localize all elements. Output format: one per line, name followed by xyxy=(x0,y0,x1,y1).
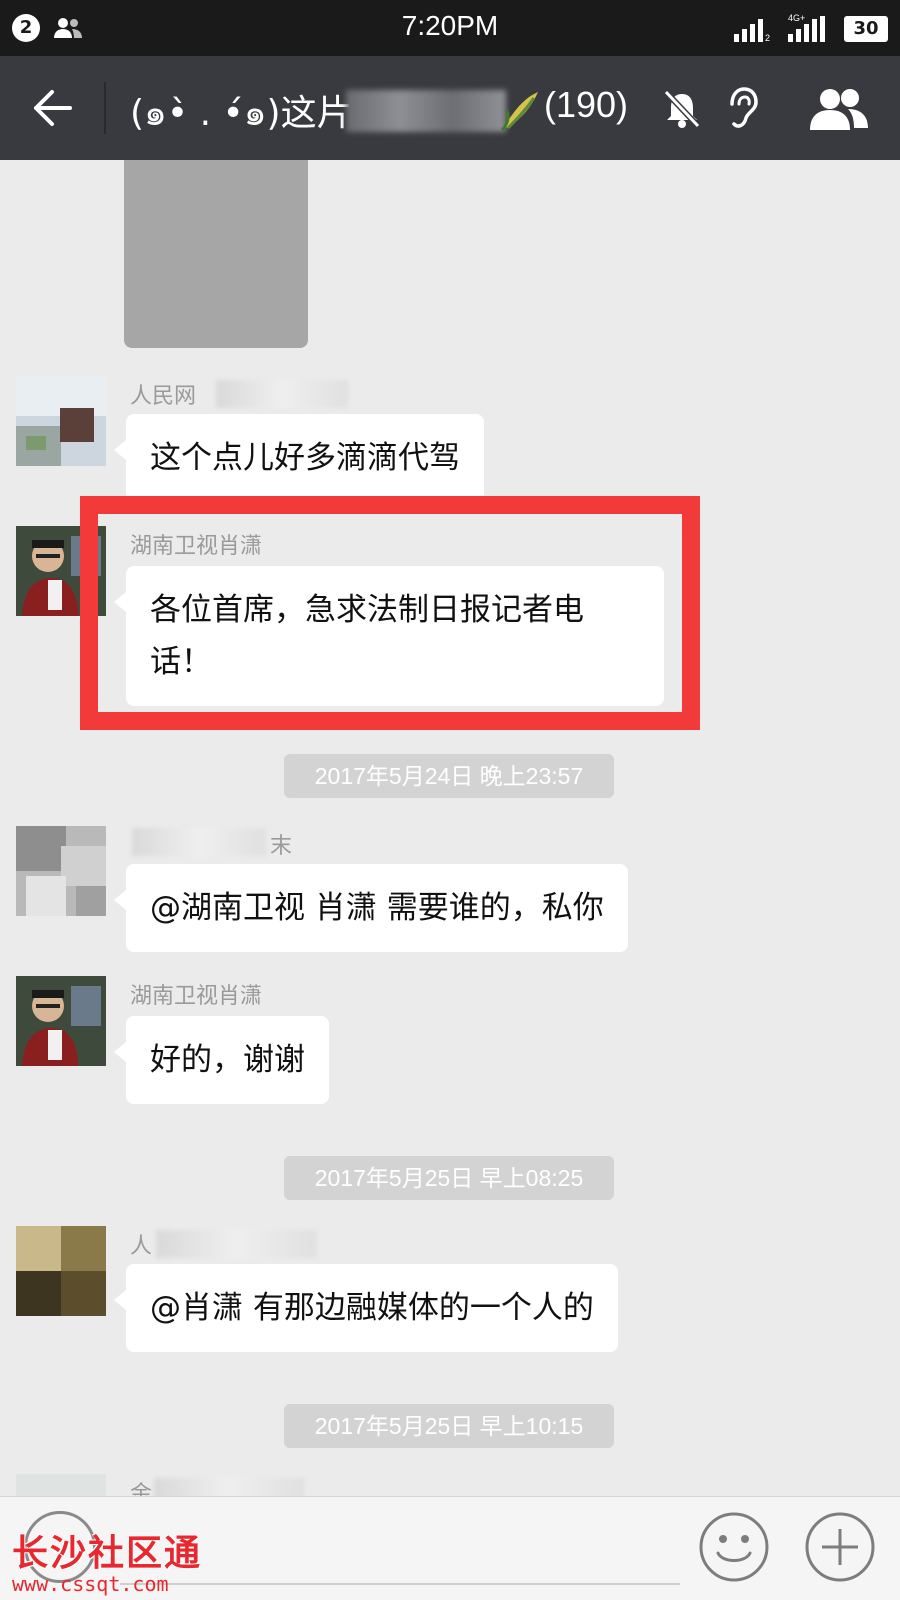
header-divider xyxy=(104,82,106,134)
avatar-image xyxy=(16,826,106,916)
name-redaction xyxy=(156,1230,316,1258)
emoji-icon[interactable] xyxy=(698,1511,770,1583)
sender-name: 湖南卫视肖潇 xyxy=(130,984,263,1009)
group-members-icon[interactable] xyxy=(808,86,870,132)
message-bubble[interactable]: 好的，谢谢 xyxy=(114,1016,329,1104)
battery-icon: 30 xyxy=(844,16,888,42)
avatar[interactable] xyxy=(16,976,106,1066)
chat-header: (๑•̀ . •́๑)这片 (190) xyxy=(0,56,900,160)
network-label: 4G+ xyxy=(788,13,805,23)
avatar[interactable] xyxy=(16,376,106,466)
status-bar: 2 7:20PM 2 4G+ 30 xyxy=(0,0,900,56)
chat-title: (๑•̀ . •́๑)这片 xyxy=(130,93,353,134)
image-message[interactable] xyxy=(124,160,308,348)
mute-bell-icon xyxy=(663,89,701,129)
signal-icon: 2 xyxy=(734,19,770,42)
red-highlight-frame xyxy=(80,496,700,730)
sender-name: 末 xyxy=(270,834,293,859)
site-watermark: 长沙社区通 www.cssqt.com xyxy=(12,1524,202,1596)
chat-timestamp: 2017年5月25日 早上10:15 xyxy=(284,1404,614,1448)
name-redaction xyxy=(132,828,266,856)
title-redaction xyxy=(346,90,506,132)
avatar-image xyxy=(16,976,106,1066)
member-count: (190) xyxy=(544,84,629,125)
plus-icon[interactable] xyxy=(804,1511,876,1583)
avatar[interactable] xyxy=(16,1226,106,1316)
chat-timestamp: 2017年5月24日 晚上23:57 xyxy=(284,754,614,798)
sender-name: 人民网 xyxy=(130,384,197,409)
avatar[interactable] xyxy=(16,1474,106,1496)
watermark-name: 长沙社区通 xyxy=(12,1533,203,1574)
ear-icon xyxy=(730,87,758,128)
svg-text:2: 2 xyxy=(765,33,770,42)
leaf-icon xyxy=(500,92,538,132)
back-arrow-icon[interactable] xyxy=(30,86,74,130)
name-redaction xyxy=(216,380,348,408)
sender-name: 人 xyxy=(130,1234,153,1259)
chat-timestamp: 2017年5月25日 早上08:25 xyxy=(284,1156,614,1200)
message-bubble[interactable]: 这个点儿好多滴滴代驾 xyxy=(114,414,484,502)
avatar-image xyxy=(16,1226,106,1316)
signal-4g-icon: 4G+ xyxy=(788,13,825,42)
message-input[interactable] xyxy=(120,1583,680,1585)
avatar-image xyxy=(16,1474,106,1496)
avatar-image xyxy=(16,376,106,466)
avatar[interactable] xyxy=(16,826,106,916)
message-bubble[interactable]: @肖潇 有那边融媒体的一个人的 xyxy=(114,1264,618,1352)
message-bubble[interactable]: @湖南卫视 肖潇 需要谁的，私你 xyxy=(114,864,628,952)
